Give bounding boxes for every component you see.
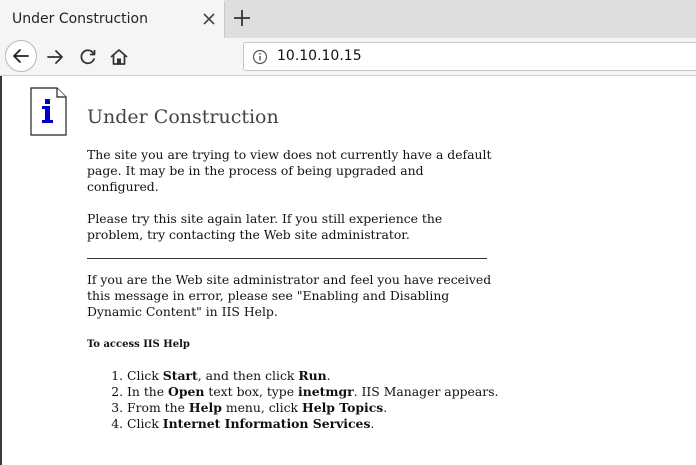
step-bold: Open: [168, 384, 205, 399]
divider: [87, 258, 487, 259]
step-bold: Start: [162, 368, 198, 383]
step-text: .: [370, 416, 375, 431]
list-item: Click Internet Information Services.: [127, 416, 527, 432]
step-text: Click: [127, 416, 163, 431]
retry-paragraph: Please try this site again later. If you…: [87, 211, 443, 242]
home-icon[interactable]: [104, 42, 134, 72]
step-bold: Help: [188, 400, 222, 415]
step-text: , and then click: [197, 368, 299, 383]
help-heading: To access IIS Help: [87, 339, 190, 350]
list-item: Click Start, and then click Run.: [127, 368, 527, 384]
step-bold: inetmgr: [298, 384, 354, 399]
url-text: 10.10.10.15: [277, 48, 362, 64]
plus-icon[interactable]: [232, 8, 252, 28]
step-bold: Help Topics: [302, 400, 384, 415]
info-icon[interactable]: [252, 49, 268, 65]
tab-title: Under Construction: [12, 11, 148, 27]
address-bar[interactable]: 10.10.10.15: [243, 42, 696, 71]
step-text: menu, click: [221, 400, 302, 415]
step-text: Click: [127, 368, 163, 383]
step-text: .: [326, 368, 331, 383]
window-edge: [0, 76, 2, 465]
close-icon[interactable]: [202, 11, 216, 25]
step-bold: Internet Information Services: [162, 416, 371, 431]
intro-paragraph: The site you are trying to view does not…: [87, 147, 492, 194]
forward-arrow-icon[interactable]: [41, 42, 71, 72]
list-item: From the Help menu, click Help Topics.: [127, 400, 527, 416]
step-text: .: [383, 400, 388, 415]
help-steps-list: Click Start, and then click Run. In the …: [87, 368, 527, 432]
step-text: In the: [127, 384, 169, 399]
step-text: From the: [127, 400, 189, 415]
step-bold: Run: [298, 368, 327, 383]
list-item: In the Open text box, type inetmgr. IIS …: [127, 384, 527, 400]
back-arrow-icon[interactable]: [5, 40, 37, 72]
document-info-icon: [30, 87, 68, 136]
page-title: Under Construction: [87, 106, 279, 128]
step-text: . IIS Manager appears.: [353, 384, 499, 399]
step-text: text box, type: [204, 384, 299, 399]
admin-paragraph: If you are the Web site administrator an…: [87, 272, 492, 319]
navigation-bar: 10.10.10.15: [0, 38, 696, 76]
browser-tab[interactable]: Under Construction: [0, 0, 225, 38]
tab-strip: Under Construction: [0, 0, 696, 38]
reload-icon[interactable]: [73, 42, 103, 72]
